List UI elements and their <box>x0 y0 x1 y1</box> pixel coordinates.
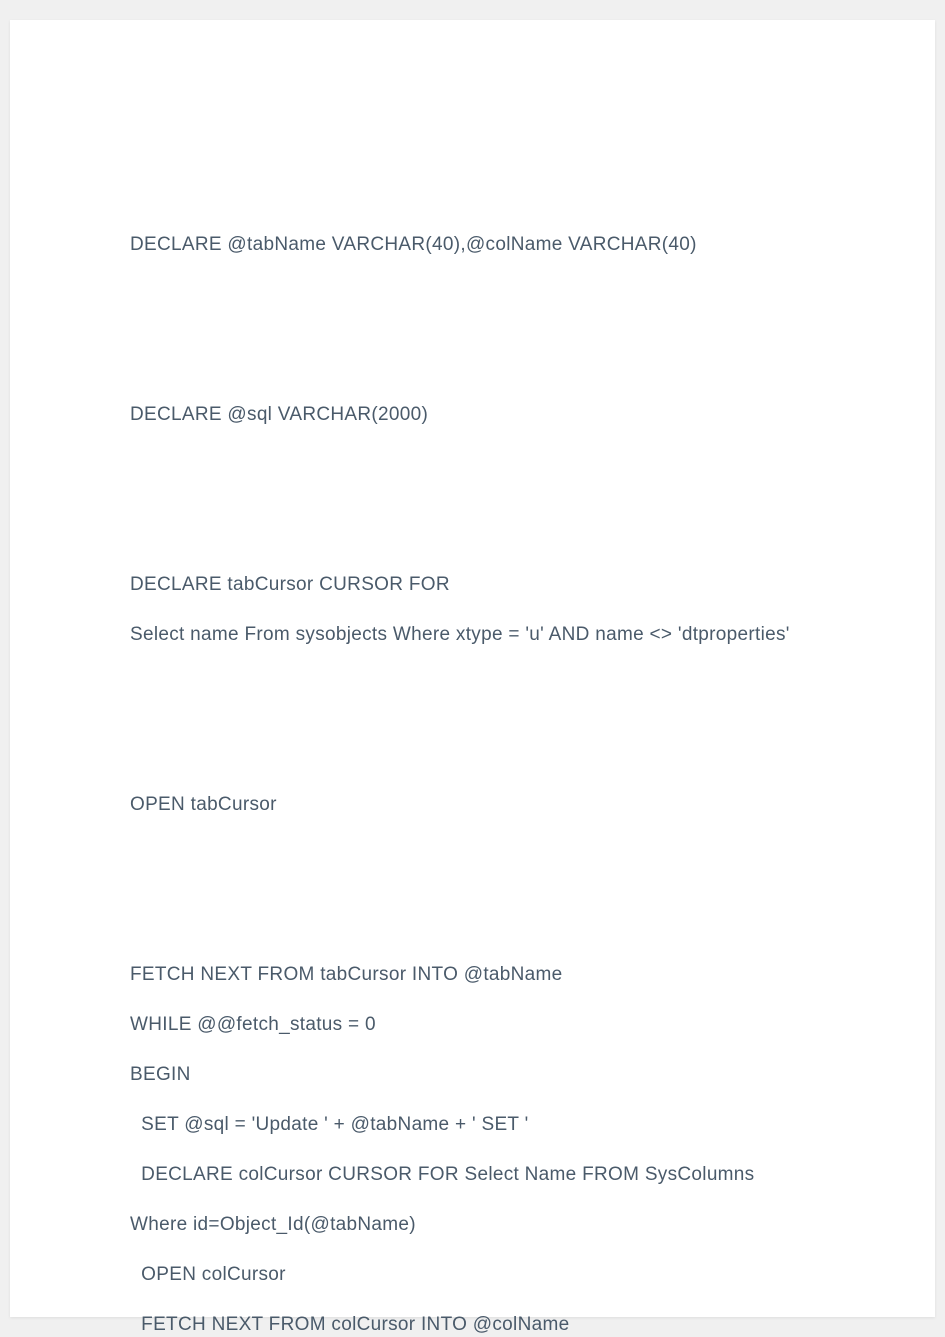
document-page: DECLARE @tabName VARCHAR(40),@colName VA… <box>10 20 935 1317</box>
code-paragraph: OPEN tabCursor <box>130 780 815 830</box>
code-block: DECLARE @tabName VARCHAR(40),@colName VA… <box>130 120 815 1337</box>
code-paragraph: DECLARE tabCursor CURSOR FOR Select name… <box>130 560 815 660</box>
code-paragraph: DECLARE @tabName VARCHAR(40),@colName VA… <box>130 220 815 270</box>
code-paragraph: DECLARE @sql VARCHAR(2000) <box>130 390 815 440</box>
code-paragraph: FETCH NEXT FROM tabCursor INTO @tabName … <box>130 950 815 1337</box>
